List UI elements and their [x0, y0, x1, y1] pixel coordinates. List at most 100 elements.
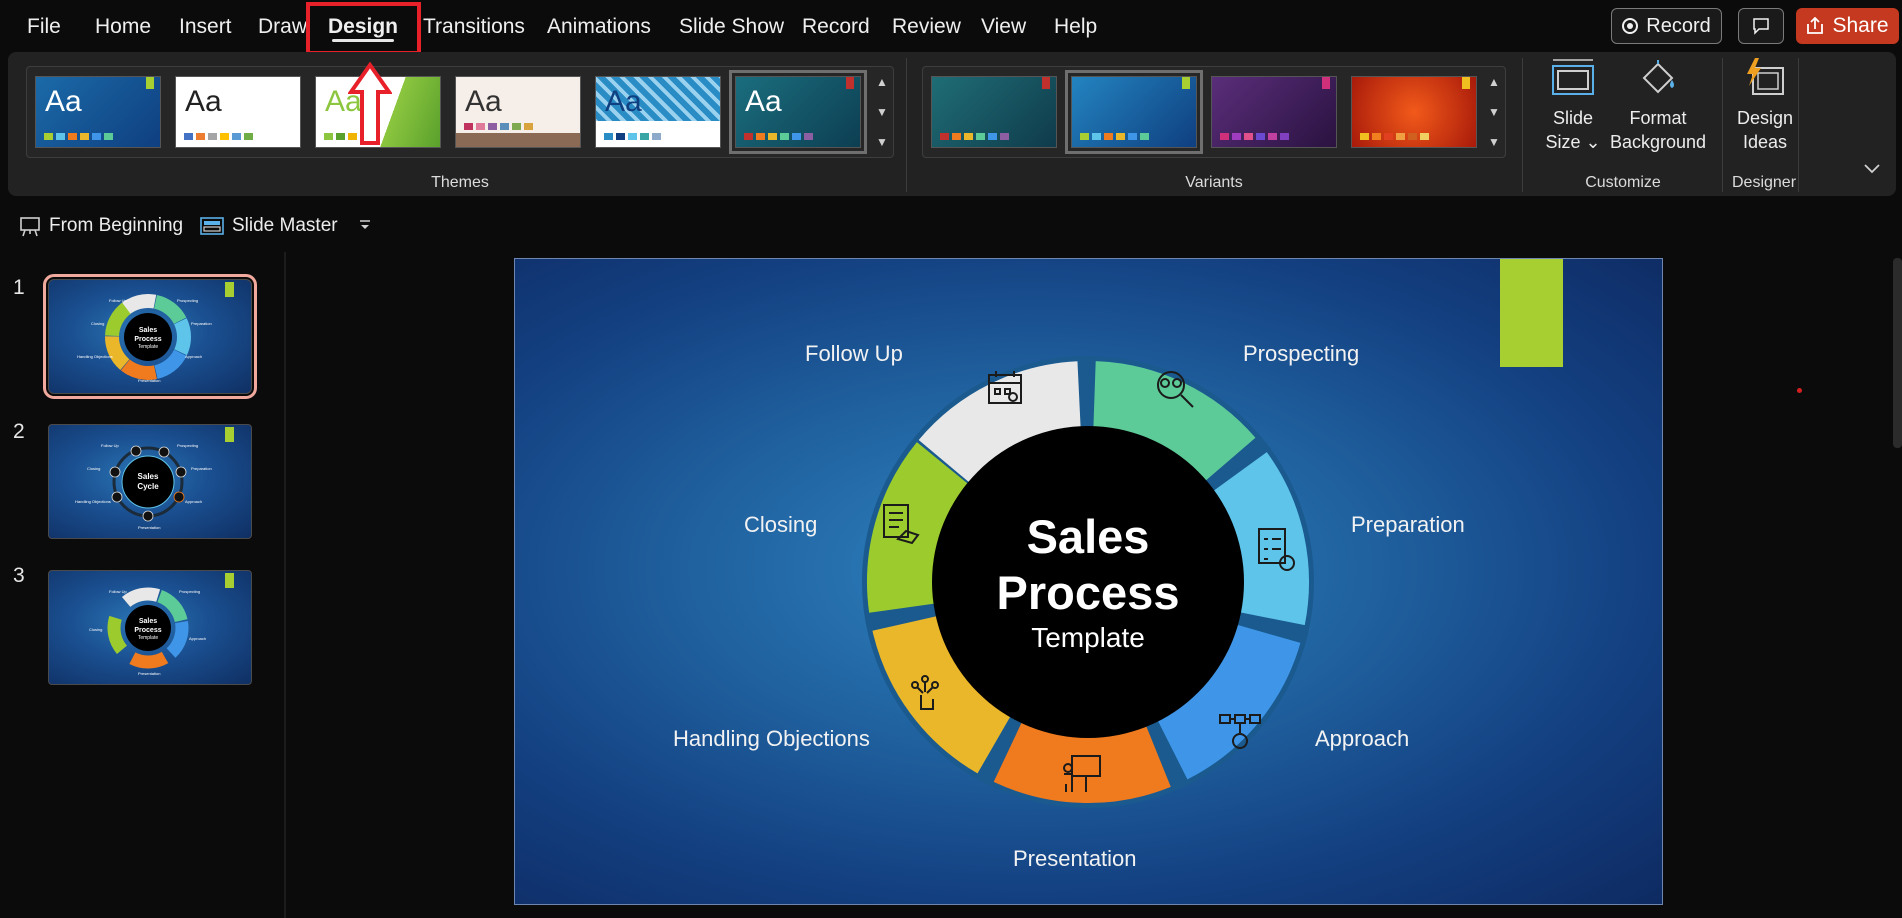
ribbon-divider	[1798, 58, 1799, 192]
format-background-label: Format Background	[1609, 108, 1707, 152]
tab-home[interactable]: Home	[95, 8, 151, 48]
variant-accent-tag	[1322, 77, 1330, 89]
slide-subtitle: Template	[1031, 622, 1145, 653]
slide-2-preview: Sales Cycle Follow Up Prospecting Prepar…	[75, 427, 234, 530]
design-ideas-button[interactable]: Design Ideas	[1730, 58, 1800, 154]
slide-title-line2: Process	[996, 566, 1180, 619]
svg-text:Handling Objections: Handling Objections	[75, 499, 111, 504]
svg-text:Preparation: Preparation	[191, 321, 212, 326]
variant-thumb-2[interactable]	[1065, 70, 1203, 154]
svg-text:Presentation: Presentation	[138, 671, 160, 676]
tab-draw[interactable]: Draw	[258, 8, 307, 48]
tab-transitions[interactable]: Transitions	[423, 8, 525, 48]
menu-bar: File Home Insert Draw Design Transitions…	[0, 0, 1902, 55]
design-ideas-lightning-icon	[1747, 58, 1784, 95]
slide-size-button[interactable]: Slide Size ⌄	[1538, 58, 1608, 154]
svg-text:Prospecting: Prospecting	[179, 589, 200, 594]
variant-thumb-1[interactable]	[931, 76, 1057, 148]
slide-master-label: Slide Master	[232, 215, 338, 236]
theme-thumb-6[interactable]: Aa	[729, 70, 867, 154]
ribbon-divider	[1722, 58, 1723, 192]
share-button[interactable]: Share	[1796, 8, 1899, 44]
slide-size-label: Slide Size ⌄	[1545, 108, 1601, 152]
designer-group-label: Designer	[1731, 174, 1797, 191]
theme-color-bars	[464, 123, 533, 130]
theme-accent-tag	[846, 77, 854, 89]
share-icon	[1807, 17, 1824, 34]
variants-group-label: Variants	[1185, 174, 1243, 191]
design-ribbon: Aa Aa Aa Aa Aa Aa ▲ ▼ ▼ Themes ▲ ▼ ▼ Var…	[8, 52, 1896, 196]
variant-color-bars	[1080, 133, 1149, 140]
from-beginning-label: From Beginning	[49, 215, 184, 236]
chevron-down-icon	[360, 220, 370, 229]
variant-accent-tag	[1042, 77, 1050, 89]
vertical-scrollbar[interactable]	[1893, 258, 1902, 448]
scroll-up-icon[interactable]: ▲	[871, 67, 893, 97]
tab-record[interactable]: Record	[802, 8, 870, 48]
comments-button[interactable]	[1738, 8, 1784, 44]
theme-thumb-5[interactable]: Aa	[595, 76, 721, 148]
tab-file[interactable]: File	[27, 8, 61, 48]
svg-text:Follow Up: Follow Up	[109, 589, 128, 594]
theme-thumb-text: Aa	[745, 85, 782, 118]
customize-toolbar-dropdown[interactable]	[358, 213, 372, 239]
tab-animations[interactable]: Animations	[547, 8, 651, 48]
stage-label-handling-objections: Handling Objections	[673, 726, 870, 751]
tab-slide-show[interactable]: Slide Show	[679, 8, 784, 48]
slide-thumbnail-2[interactable]: Sales Cycle Follow Up Prospecting Prepar…	[48, 424, 252, 539]
record-icon	[1622, 18, 1639, 34]
svg-text:Presentation: Presentation	[138, 378, 160, 383]
ribbon-divider	[906, 58, 907, 192]
theme-thumb-text: Aa	[605, 85, 642, 118]
share-button-label: Share	[1832, 14, 1889, 37]
svg-text:Closing: Closing	[87, 466, 100, 471]
scroll-down-icon[interactable]: ▼	[1483, 97, 1505, 127]
variant-accent-tag	[1182, 77, 1190, 89]
stage-label-presentation: Presentation	[1013, 846, 1137, 871]
variant-thumb-3[interactable]	[1211, 76, 1337, 148]
main-slide-canvas[interactable]: Sales Process Template Follow Up Prospec…	[514, 258, 1663, 905]
svg-text:Prospecting: Prospecting	[177, 298, 198, 303]
tab-view[interactable]: View	[981, 8, 1026, 48]
slide-master-button[interactable]: Slide Master	[200, 213, 338, 239]
variant-color-bars	[940, 133, 1009, 140]
theme-thumb-text: Aa	[185, 85, 222, 118]
slide-thumbnail-3[interactable]: Sales Process Template Follow Up Prospec…	[48, 570, 252, 685]
chevron-down-icon[interactable]	[1864, 164, 1880, 174]
scroll-up-icon[interactable]: ▲	[1483, 67, 1505, 97]
stage-label-follow-up: Follow Up	[805, 341, 903, 366]
ribbon-divider	[1522, 58, 1523, 192]
theme-thumb-1[interactable]: Aa	[35, 76, 161, 148]
theme-accent-tag	[146, 77, 154, 89]
themes-gallery-scroll: ▲ ▼ ▼	[871, 67, 893, 157]
tab-insert[interactable]: Insert	[179, 8, 232, 48]
from-beginning-button[interactable]: From Beginning	[19, 213, 183, 239]
svg-text:Approach: Approach	[185, 354, 202, 359]
laser-pointer-dot	[1797, 388, 1802, 393]
variant-thumb-4[interactable]	[1351, 76, 1477, 148]
scroll-down-icon[interactable]: ▼	[871, 97, 893, 127]
svg-text:Handling Objections: Handling Objections	[77, 354, 113, 359]
quick-access-toolbar: From Beginning Slide Master	[0, 205, 1902, 245]
slide-thumbnail-panel: 1 Sales Process Template Follow Up Prosp…	[0, 252, 284, 918]
svg-text:Follow Up: Follow Up	[109, 298, 128, 303]
tab-help[interactable]: Help	[1054, 8, 1097, 48]
slide-number: 1	[13, 276, 25, 299]
theme-thumb-4[interactable]: Aa	[455, 76, 581, 148]
stage-label-approach: Approach	[1315, 726, 1410, 751]
variant-color-bars	[1220, 133, 1289, 140]
svg-text:Prospecting: Prospecting	[177, 443, 198, 448]
format-background-button[interactable]: Format Background	[1608, 58, 1708, 154]
variants-gallery: ▲ ▼ ▼	[922, 66, 1506, 158]
more-themes-icon[interactable]: ▼	[871, 127, 893, 157]
paint-bucket-icon	[1642, 60, 1674, 94]
svg-text:Presentation: Presentation	[138, 525, 160, 530]
theme-thumb-text: Aa	[465, 85, 502, 118]
record-button[interactable]: Record	[1611, 8, 1722, 44]
more-variants-icon[interactable]: ▼	[1483, 127, 1505, 157]
slide-thumbnail-1[interactable]: Sales Process Template Follow Up Prospec…	[43, 274, 257, 399]
svg-text:Sales: Sales	[138, 472, 159, 481]
tab-review[interactable]: Review	[892, 8, 961, 48]
theme-thumb-2[interactable]: Aa	[175, 76, 301, 148]
stage-label-closing: Closing	[744, 512, 818, 537]
